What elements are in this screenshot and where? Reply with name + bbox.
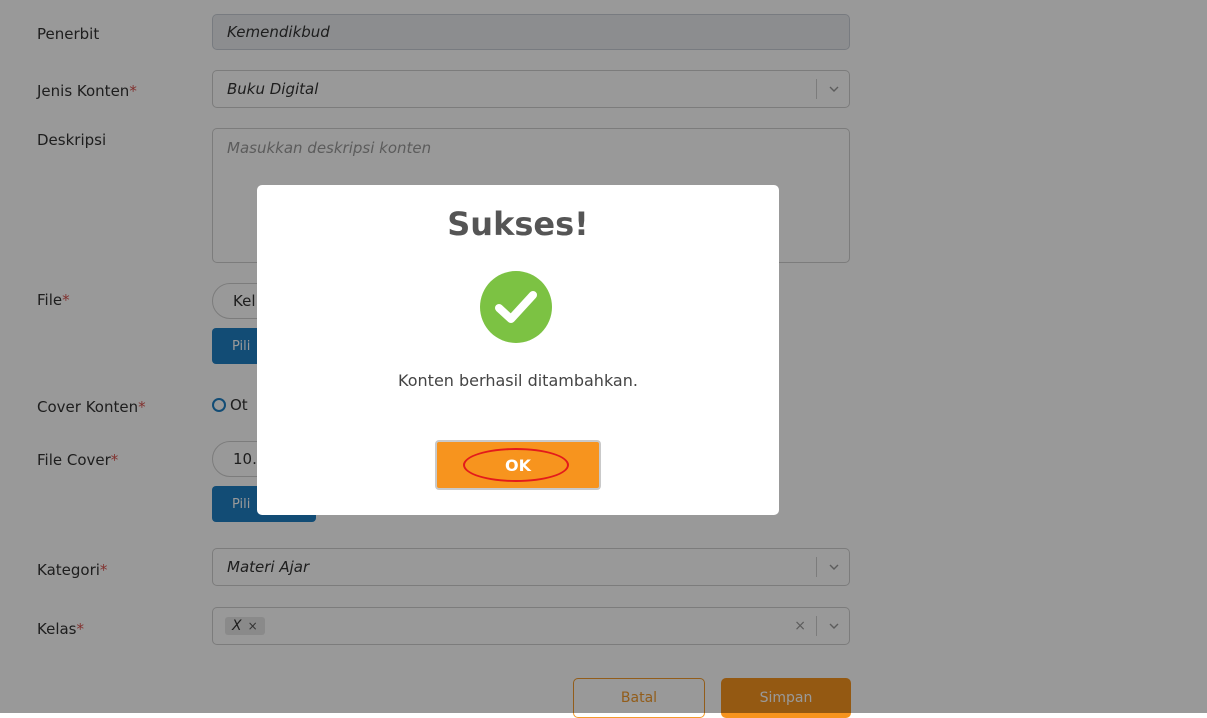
check-circle-icon — [480, 271, 552, 343]
modal-message: Konten berhasil ditambahkan. — [398, 371, 638, 390]
check-icon — [495, 291, 537, 323]
modal-title: Sukses! — [447, 205, 589, 243]
success-modal: Sukses! Konten berhasil ditambahkan. OK — [257, 185, 779, 515]
ok-button[interactable]: OK — [435, 440, 601, 490]
highlight-ring — [463, 448, 569, 482]
